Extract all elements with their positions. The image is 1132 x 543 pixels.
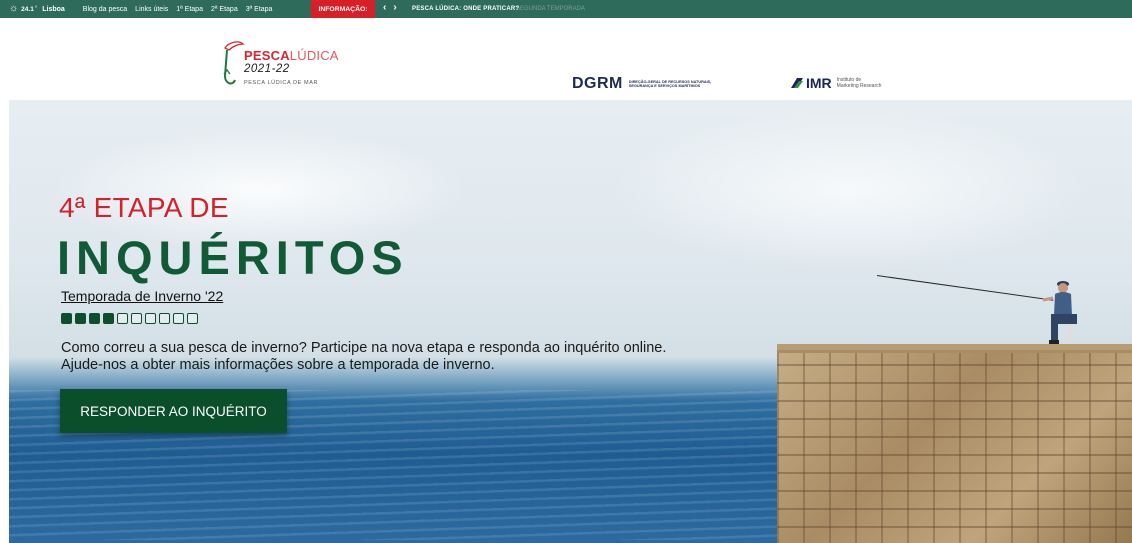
imr-description: Instituto de Marketing Research [836, 77, 882, 89]
dgrm-description: DIREÇÃO-GERAL DE RECURSOS NATURAIS, SEGU… [628, 79, 712, 89]
stage-step-pending [173, 313, 184, 324]
ticker-controls: ‹ › [383, 2, 404, 13]
nav-etapa-2[interactable]: 2ª Etapa [211, 6, 238, 13]
stage-step-done [75, 313, 86, 324]
hero-banner: 4ª ETAPA DE INQUÉRITOS Temporada de Inve… [9, 100, 1132, 543]
fisherman-figure [1042, 281, 1077, 344]
pesca-subtitle: PESCA LÚDICA DE MAR [244, 80, 319, 86]
pesca-season-year: 2021-22 [244, 63, 290, 75]
pesca-ludica-wordmark: PESCALÚDICA [244, 48, 339, 63]
stage-step-pending [117, 313, 128, 324]
cloud [609, 110, 1089, 270]
stage-step-pending [145, 313, 156, 324]
stage-step-done [61, 313, 72, 324]
stage-step-pending [131, 313, 142, 324]
stage-step-done [89, 313, 100, 324]
temperature: 24.1 [21, 5, 34, 13]
hero-eyebrow: 4ª ETAPA DE [59, 192, 229, 223]
info-label: INFORMAÇÃO: [311, 0, 375, 18]
chevron-left-icon[interactable]: ‹ [383, 2, 386, 13]
hero-season-link[interactable]: Temporada de Inverno '22 [61, 288, 223, 304]
stage-progress [61, 313, 201, 324]
fishing-rod [876, 275, 1054, 301]
stage-step-pending [187, 313, 198, 324]
nav-blog[interactable]: Blog da pesca [83, 6, 127, 13]
imr-mark-icon [791, 78, 803, 88]
nav-links[interactable]: Links úteis [135, 6, 168, 13]
top-nav: Blog da pesca Links úteis 1ª Etapa 2ª Et… [83, 6, 281, 13]
city-name: Lisboa [42, 5, 65, 13]
weather-widget: ☼ 24.1 ° Lisboa [9, 4, 83, 14]
ticker-headline[interactable]: PESCA LÚDICA: ONDE PRATICAR? [412, 6, 519, 12]
dgrm-logo[interactable]: DGRM DIREÇÃO-GERAL DE RECURSOS NATURAIS,… [572, 75, 719, 93]
stage-step-done [103, 313, 114, 324]
fish-hook-icon [223, 41, 245, 85]
hero-description: Como correu a sua pesca de inverno? Part… [61, 340, 666, 374]
nav-etapa-3[interactable]: 3ª Etapa [246, 6, 273, 13]
pesca-ludica-logo[interactable]: PESCALÚDICA 2021-22 PESCA LÚDICA DE MAR [219, 40, 349, 92]
answer-survey-button[interactable]: RESPONDER AO INQUÉRITO [60, 389, 287, 433]
imr-wordmark: IMR [806, 75, 832, 91]
dgrm-wordmark: DGRM [572, 75, 623, 92]
imr-logo[interactable]: IMR Instituto de Marketing Research [790, 75, 881, 91]
top-bar: ☼ 24.1 ° Lisboa Blog da pesca Links útei… [0, 0, 1132, 18]
degree-symbol: ° [34, 6, 38, 12]
sun-icon: ☼ [9, 3, 19, 14]
hero-description-line-2: Ajude-nos a obter mais informações sobre… [61, 357, 495, 373]
ticker-headline-fading: SEGUNDA TEMPORADA [516, 6, 585, 12]
hero-description-line-1: Como correu a sua pesca de inverno? Part… [61, 340, 667, 356]
hero-title: INQUÉRITOS [57, 231, 409, 284]
chevron-right-icon[interactable]: › [393, 2, 396, 13]
nav-etapa-1[interactable]: 1ª Etapa [176, 6, 203, 13]
stone-pier [777, 350, 1132, 543]
stage-step-pending [159, 313, 170, 324]
header: PESCALÚDICA 2021-22 PESCA LÚDICA DE MAR … [0, 18, 1132, 100]
